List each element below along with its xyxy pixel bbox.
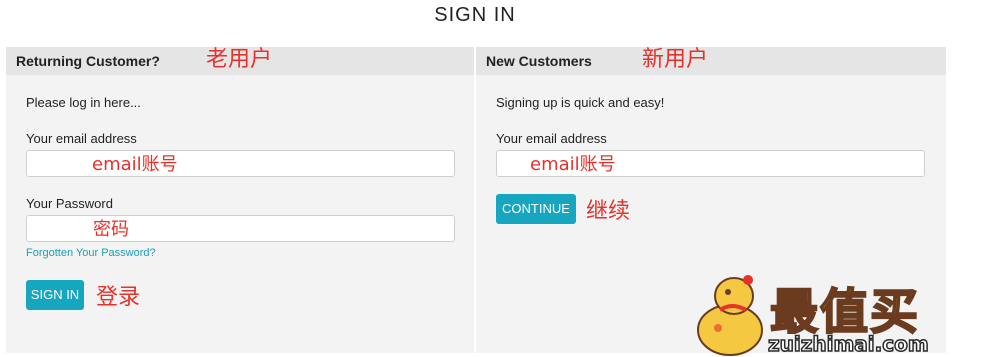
sign-in-annotation: 登录 — [96, 285, 141, 310]
continue-button[interactable]: CONTINUE — [496, 194, 576, 224]
continue-annotation: 继续 — [586, 199, 631, 224]
new-customers-header: New Customers 新用户 — [476, 47, 946, 75]
gourd-logo-icon — [697, 275, 763, 356]
login-email-annotation: email账号 — [92, 154, 178, 175]
returning-customer-panel: Returning Customer? 老用户 Please log in he… — [6, 47, 474, 353]
signup-email-annotation: email账号 — [530, 154, 616, 175]
page-title: SIGN IN — [434, 4, 516, 26]
new-customers-annotation: 新用户 — [642, 47, 709, 72]
login-password-annotation: 密码 — [93, 219, 129, 240]
watermark-url-text: zuizhimai.com — [767, 331, 929, 357]
new-customers-title: New Customers — [486, 53, 592, 69]
forgot-password-link[interactable]: Forgotten Your Password? — [26, 247, 156, 259]
signup-intro-text: Signing up is quick and easy! — [496, 95, 665, 110]
zuizhimai-watermark: 最值买 zuizhimai.com — [690, 272, 982, 357]
returning-customer-header: Returning Customer? 老用户 — [6, 47, 474, 75]
login-intro-text: Please log in here... — [26, 95, 141, 110]
login-email-label: Your email address — [26, 131, 137, 146]
signup-email-label: Your email address — [496, 131, 607, 146]
login-password-label: Your Password — [26, 196, 113, 211]
login-password-input[interactable]: 密码 — [26, 215, 455, 242]
returning-customer-title: Returning Customer? — [16, 53, 160, 69]
sign-in-button[interactable]: SIGN IN — [26, 280, 84, 310]
signup-email-input[interactable]: email账号 — [496, 150, 925, 177]
login-email-input[interactable]: email账号 — [26, 150, 455, 177]
returning-customer-annotation: 老用户 — [206, 47, 273, 72]
